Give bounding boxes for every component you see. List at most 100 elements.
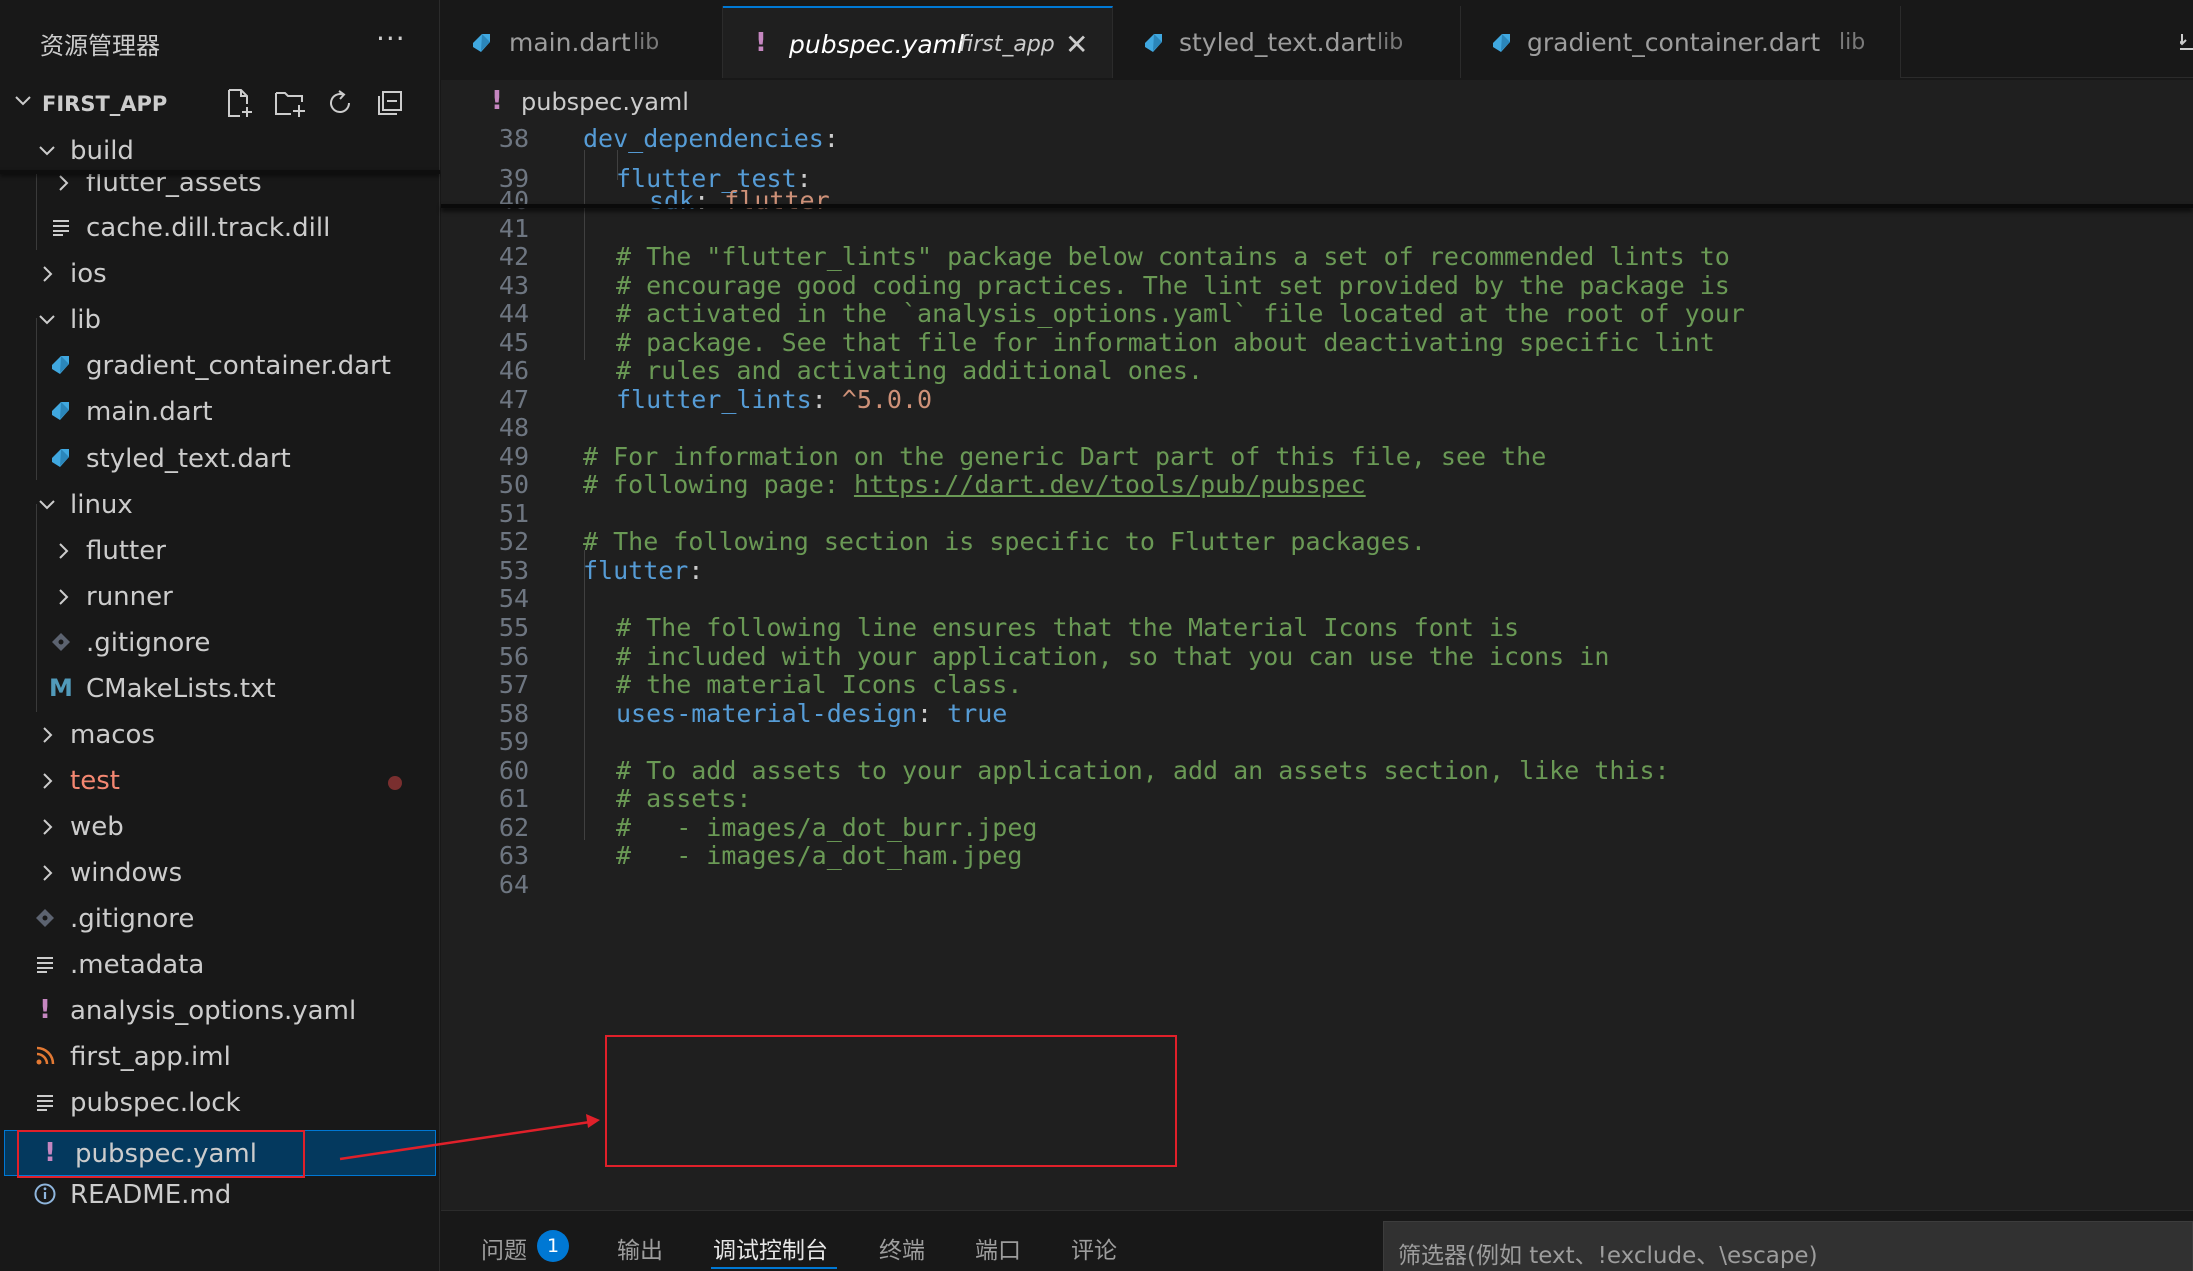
indent-guide	[36, 170, 37, 250]
tree-folder-macos[interactable]: macos	[0, 712, 440, 758]
tab-name: styled_text.dart	[1179, 28, 1376, 57]
breadcrumb-file[interactable]: pubspec.yaml	[521, 88, 689, 116]
tree-item-label: test	[70, 766, 120, 796]
dart-icon	[48, 398, 74, 424]
tree-item-label: styled_text.dart	[86, 444, 291, 474]
tab-description: lib	[1377, 30, 1404, 55]
tree-folder-linux[interactable]: linux	[0, 482, 440, 528]
active-tab-indicator	[711, 1267, 837, 1269]
tree-folder-web[interactable]: web	[0, 804, 440, 850]
tree-file-cmakelists-txt[interactable]: M CMakeLists.txt	[0, 666, 440, 712]
dart-icon	[48, 445, 74, 471]
info-icon	[32, 1181, 58, 1207]
breadcrumb[interactable]: ! pubspec.yaml	[441, 80, 2193, 120]
tree-folder-flutter[interactable]: flutter	[0, 528, 440, 574]
tree-folder-windows[interactable]: windows	[0, 850, 440, 896]
tree-item-label: windows	[70, 858, 183, 888]
tab-styled-text-dart[interactable]: styled_text.dart lib	[1113, 6, 1461, 78]
panel-tab-problems[interactable]: 问题	[481, 1231, 527, 1265]
lines-icon	[48, 214, 74, 240]
tab-gradient-container-dart[interactable]: gradient_container.dart lib	[1461, 6, 1901, 78]
yaml-icon: !	[39, 995, 51, 1025]
tree-folder-runner[interactable]: runner	[0, 574, 440, 620]
problems-count-badge: 1	[537, 1230, 569, 1262]
tab-name: pubspec.yaml	[789, 30, 964, 59]
annotation-box-assets	[605, 1035, 1177, 1167]
yaml-icon: !	[755, 28, 767, 58]
tree-file-pubspec-lock[interactable]: pubspec.lock	[0, 1080, 440, 1126]
chevron-right-icon	[36, 769, 58, 791]
tree-item-label: macos	[70, 720, 156, 750]
tree-file-metadata[interactable]: .metadata	[0, 942, 440, 988]
tree-item-label: first_app.iml	[70, 1042, 231, 1072]
code-token: :	[823, 124, 839, 153]
editor-tabs: main.dart lib ! pubspec.yaml first_app ✕…	[441, 0, 2193, 78]
tree-file-analysis-options-yaml[interactable]: ! analysis_options.yaml	[0, 988, 440, 1034]
filter-input[interactable]: 筛选器(例如 text、!exclude、\escape)	[1383, 1221, 2193, 1271]
tree-file-styled-text-dart[interactable]: styled_text.dart	[0, 436, 440, 482]
tree-item-label: .metadata	[70, 950, 205, 980]
panel-tab-ports[interactable]: 端口	[975, 1231, 1021, 1265]
tree-item-label: runner	[86, 582, 173, 612]
panel-tab-output[interactable]: 输出	[617, 1231, 663, 1265]
tree-item-label: linux	[70, 490, 133, 520]
tab-name: gradient_container.dart	[1527, 28, 1821, 57]
tree-file-main-dart[interactable]: main.dart	[0, 389, 440, 435]
close-icon[interactable]: ✕	[1065, 28, 1088, 61]
chevron-right-icon	[36, 262, 58, 284]
tab-description: lib	[1839, 30, 1866, 55]
tree-file-gradient-container-dart[interactable]: gradient_container.dart	[0, 343, 440, 389]
tree-file-gitignore[interactable]: .gitignore	[0, 896, 440, 942]
yaml-icon: !	[491, 86, 503, 116]
code-line[interactable]: 38 dev_dependencies:	[441, 120, 2193, 158]
explorer-sidebar: 资源管理器 ··· FIRST_APP build flutter_assets c…	[0, 0, 440, 1271]
code-content: dev_dependencies:	[583, 124, 839, 153]
indent-guide	[584, 150, 585, 360]
tree-item-label: lib	[70, 305, 101, 335]
split-editor-icon[interactable]	[2180, 30, 2193, 52]
indent-guide	[584, 550, 585, 840]
tree-folder-test[interactable]: test	[0, 758, 440, 804]
tree-file-gitignore[interactable]: .gitignore	[0, 620, 440, 666]
indent-guide	[36, 318, 37, 480]
code-token: dev_dependencies	[583, 124, 824, 153]
tab-main-dart[interactable]: main.dart lib	[441, 6, 723, 78]
tree-file-readme-md[interactable]: README.md	[0, 1172, 440, 1218]
line-number: 64	[498, 870, 529, 899]
tree-item-label: CMakeLists.txt	[86, 674, 276, 704]
chevron-right-icon	[36, 815, 58, 837]
cmake-icon: M	[49, 674, 73, 702]
chevron-right-icon	[52, 585, 74, 607]
panel-tab-debug-console[interactable]: 调试控制台	[713, 1231, 828, 1265]
tree-folder-lib[interactable]: lib	[0, 297, 440, 343]
tab-description: first_app	[959, 32, 1055, 57]
panel-tab-terminal[interactable]: 终端	[879, 1231, 925, 1265]
tree-folder-ios[interactable]: ios	[0, 251, 440, 297]
tree-file-first-app-iml[interactable]: first_app.iml	[0, 1034, 440, 1080]
indent-guide	[36, 504, 37, 712]
code-line[interactable]: 64	[441, 864, 2193, 904]
tree-item-label: analysis_options.yaml	[70, 996, 357, 1026]
tree-item-label: web	[70, 812, 124, 842]
lines-icon	[32, 1089, 58, 1115]
tab-description: lib	[633, 30, 660, 55]
chevron-right-icon	[52, 539, 74, 561]
tree-folder-flutter-assets[interactable]: flutter_assets	[0, 160, 440, 206]
annotation-box-pubspec	[17, 1130, 305, 1178]
bottom-panel: 问题 1 输出 调试控制台 终端 端口 评论 筛选器(例如 text、!excl…	[441, 1210, 2193, 1271]
tree-item-label: .gitignore	[70, 904, 195, 934]
indent-guide	[617, 150, 618, 180]
chevron-down-icon	[36, 308, 58, 330]
rss-icon	[32, 1043, 58, 1069]
dart-icon	[1141, 30, 1167, 56]
sticky-scroll-shadow	[441, 204, 2193, 208]
git-icon	[48, 629, 74, 655]
sticky-scroll-separator	[0, 170, 440, 174]
chevron-down-icon	[36, 139, 58, 161]
tree-file-cache-dill-track-dill[interactable]: cache.dill.track.dill	[0, 205, 440, 251]
tab-pubspec-yaml[interactable]: ! pubspec.yaml first_app ✕	[723, 6, 1113, 78]
tree-item-label: ios	[70, 259, 107, 289]
tree-item-label: cache.dill.track.dill	[86, 213, 331, 243]
tree-item-label: flutter	[86, 536, 166, 566]
panel-tab-comments[interactable]: 评论	[1071, 1231, 1117, 1265]
